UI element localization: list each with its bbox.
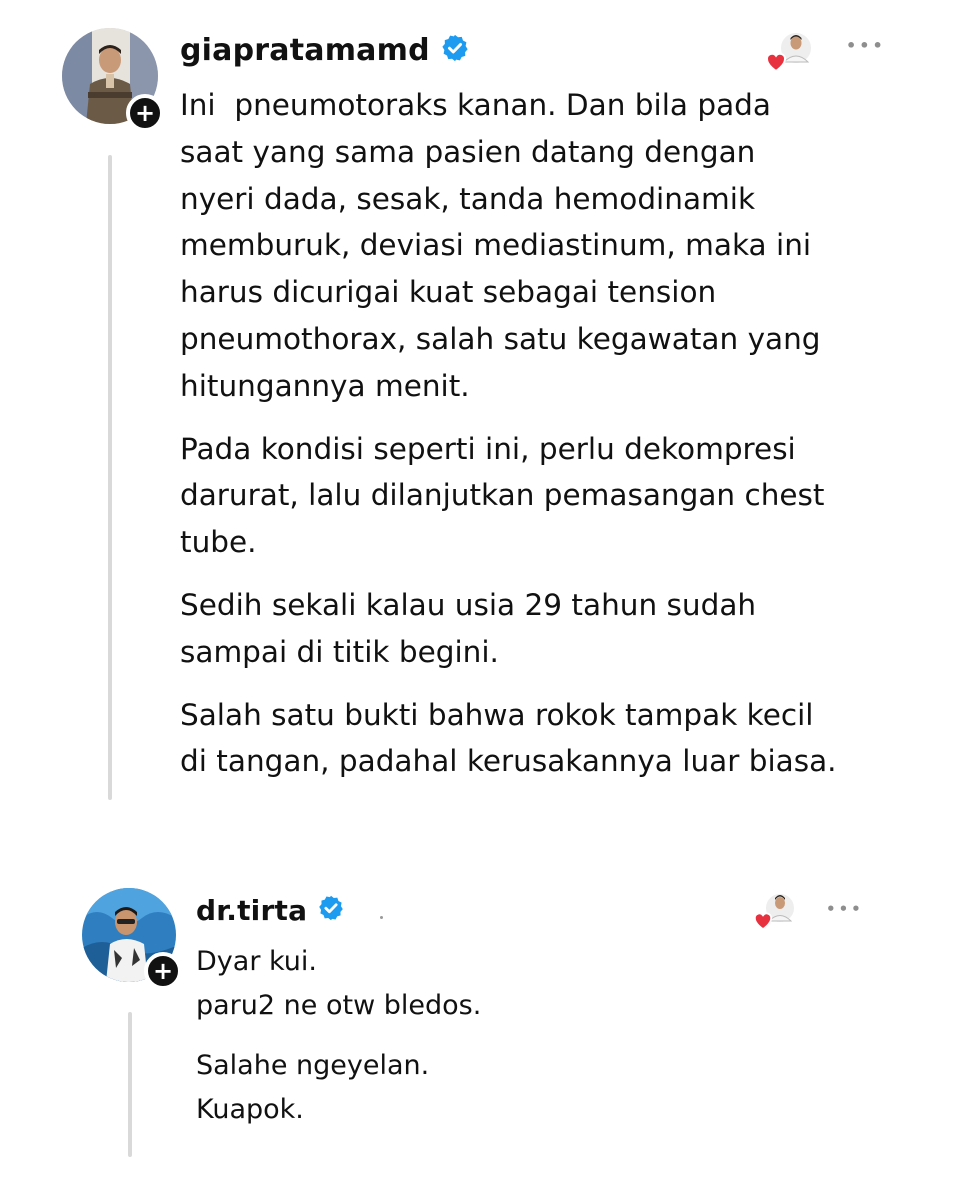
follow-plus-icon[interactable]: +	[126, 94, 164, 132]
post-paragraph: Salahe ngeyelan. Kuapok.	[196, 1050, 430, 1125]
decorative-dot	[380, 916, 383, 919]
post-body: Ini pneumotoraks kanan. Dan bila pada sa…	[180, 82, 900, 785]
post-paragraph: Pada kondisi seperti ini, perlu dekompre…	[180, 431, 825, 560]
username[interactable]: dr.tirta	[196, 894, 307, 927]
more-options-button[interactable]: •••	[826, 902, 864, 917]
post-paragraph: Salah satu bukti bahwa rokok tampak keci…	[180, 697, 837, 779]
post-paragraph: Sedih sekali kalau usia 29 tahun sudah s…	[180, 587, 757, 669]
liked-by-author[interactable]	[752, 890, 802, 932]
post-paragraph: Ini pneumotoraks kanan. Dan bila pada sa…	[180, 88, 821, 403]
follow-plus-icon[interactable]: +	[144, 952, 182, 990]
post-header: giapratamamd	[180, 28, 470, 72]
post-body: Dyar kui. paru2 ne otw bledos. Salahe ng…	[196, 940, 896, 1132]
liked-by-author[interactable]	[766, 30, 818, 74]
post-giapratamamd: + giapratamamd ••• Ini pneumotoraks kana…	[0, 0, 960, 820]
thread-line	[128, 1012, 132, 1157]
verified-badge-icon	[440, 33, 470, 67]
post-dr-tirta: + dr.tirta ••• Dyar kui. paru2 ne otw bl…	[0, 870, 960, 1170]
post-paragraph: Dyar kui. paru2 ne otw bledos.	[196, 946, 482, 1021]
author-avatar[interactable]: +	[62, 28, 164, 132]
verified-badge-icon	[317, 894, 345, 926]
more-options-button[interactable]: •••	[846, 38, 886, 54]
heart-icon	[753, 912, 773, 930]
post-header: dr.tirta	[196, 888, 345, 932]
heart-icon	[766, 52, 786, 72]
username[interactable]: giapratamamd	[180, 33, 430, 68]
author-avatar[interactable]: +	[82, 888, 182, 990]
thread-line	[108, 155, 112, 800]
